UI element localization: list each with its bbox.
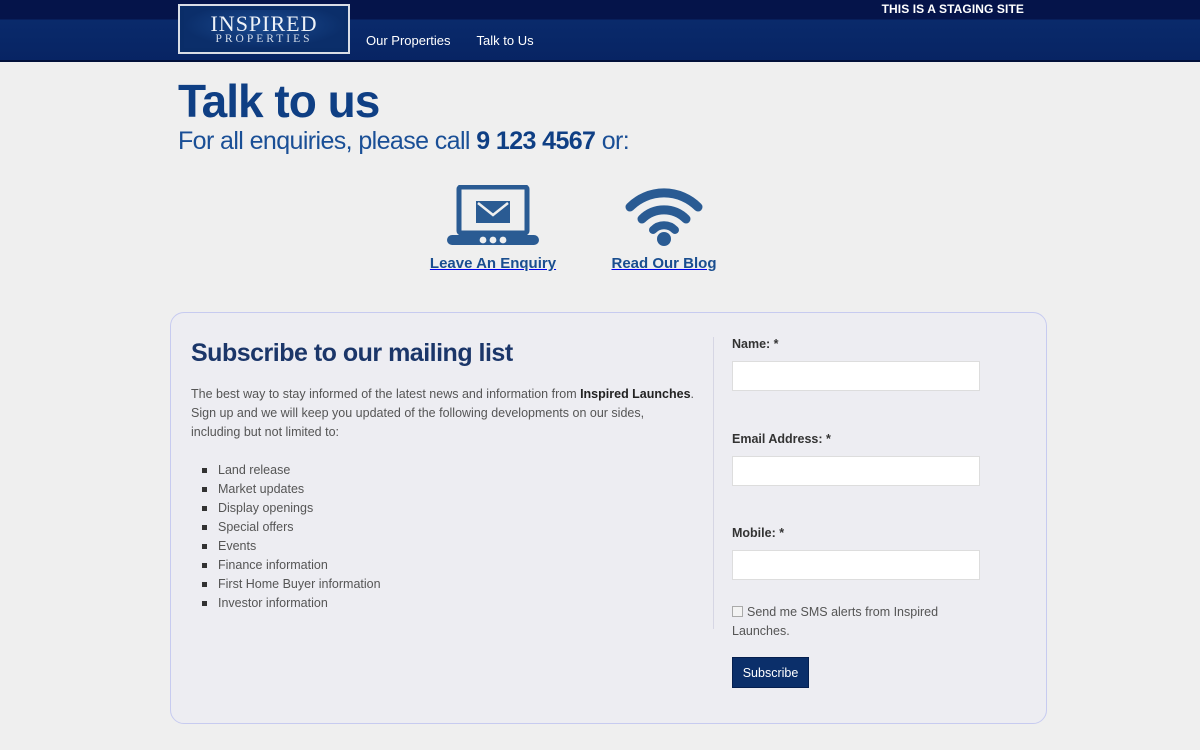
list-item: Finance information (202, 556, 381, 575)
site-header: THIS IS A STAGING SITE INSPIRED PROPERTI… (0, 0, 1200, 62)
sms-label: Send me SMS alerts from Inspired Launche… (732, 605, 939, 638)
staging-notice: THIS IS A STAGING SITE (881, 2, 1024, 16)
email-label: Email Address: * (732, 432, 831, 446)
email-group: Email Address: * (732, 432, 980, 486)
phone-number[interactable]: 9 123 4567 (476, 127, 596, 155)
list-item: Display openings (202, 499, 381, 518)
name-input[interactable] (732, 361, 980, 391)
list-item: Market updates (202, 480, 381, 499)
page-title: Talk to us (178, 75, 380, 127)
nav-talk-to-us[interactable]: Talk to Us (477, 33, 534, 48)
development-list: Land release Market updates Display open… (202, 461, 381, 613)
mobile-label: Mobile: * (732, 526, 785, 540)
site-logo[interactable]: INSPIRED PROPERTIES (178, 4, 350, 54)
subtitle-prefix: For all enquiries, please call (178, 127, 477, 155)
list-item: Investor information (202, 594, 381, 613)
logo-inner: INSPIRED PROPERTIES (183, 9, 345, 49)
rss-feed-icon (625, 188, 703, 246)
list-item: Events (202, 537, 381, 556)
name-group: Name: * (732, 337, 980, 391)
subscribe-intro: The best way to stay informed of the lat… (191, 385, 696, 442)
intro-prefix: The best way to stay informed of the lat… (191, 387, 581, 401)
list-item: First Home Buyer information (202, 575, 381, 594)
page-subtitle: For all enquiries, please call 9 123 456… (178, 127, 630, 156)
list-item: Special offers (202, 518, 381, 537)
mobile-group: Mobile: * (732, 526, 980, 580)
logo-main-text: INSPIRED (210, 10, 318, 36)
leave-enquiry-label: Leave An Enquiry (429, 255, 557, 272)
email-input[interactable] (732, 456, 980, 486)
subtitle-suffix: or: (595, 127, 630, 155)
laptop-mail-icon (447, 185, 539, 245)
main-nav: Our Properties Talk to Us (366, 33, 534, 48)
read-blog-link[interactable]: Read Our Blog (584, 185, 744, 272)
list-item: Land release (202, 461, 381, 480)
logo-sub-text: PROPERTIES (215, 32, 313, 45)
mobile-input[interactable] (732, 550, 980, 580)
intro-brand: Inspired Launches (580, 387, 691, 401)
read-blog-label: Read Our Blog (611, 255, 717, 272)
panel-divider (713, 337, 714, 629)
sms-checkbox[interactable] (732, 606, 743, 617)
sms-option: Send me SMS alerts from Inspired Launche… (732, 603, 982, 641)
nav-our-properties[interactable]: Our Properties (366, 33, 451, 48)
leave-enquiry-link[interactable]: Leave An Enquiry (413, 185, 573, 272)
subscribe-panel: Subscribe to our mailing list The best w… (170, 312, 1047, 724)
subscribe-button[interactable]: Subscribe (732, 657, 809, 688)
name-label: Name: * (732, 337, 779, 351)
subscribe-title: Subscribe to our mailing list (191, 339, 513, 367)
